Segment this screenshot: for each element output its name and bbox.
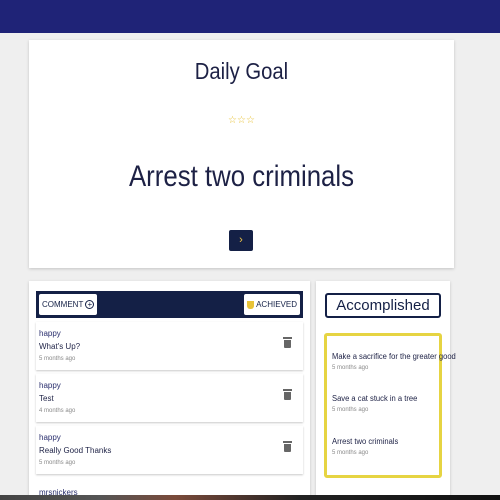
comments-toolbar: COMMENT + ACHIEVED — [36, 291, 303, 318]
comment-time: 4 months ago — [39, 408, 76, 414]
goal-text: Arrest two criminals — [128, 160, 355, 193]
comment-time: 5 months ago — [39, 356, 76, 362]
comment-label: COMMENT — [42, 300, 84, 309]
comment-item: happy Really Good Thanks 5 months ago — [36, 426, 303, 474]
next-goal-button[interactable]: › — [229, 230, 253, 251]
accomplished-item: Make a sacrifice for the greater good 5 … — [332, 352, 456, 371]
trash-icon[interactable] — [283, 441, 292, 452]
comment-item: happy Test 4 months ago — [36, 374, 303, 422]
accomplished-time: 5 months ago — [332, 450, 369, 456]
comment-time: 5 months ago — [39, 460, 76, 466]
comment-text: Really Good Thanks — [39, 446, 112, 455]
daily-goal-card: Daily Goal ☆☆☆ Arrest two criminals › — [29, 40, 454, 268]
comment-text: What's Up? — [39, 342, 81, 351]
accomplished-list: Make a sacrifice for the greater good 5 … — [324, 333, 456, 478]
achieved-button[interactable]: ACHIEVED — [244, 294, 300, 315]
accomplished-panel: Accomplished Make a sacrifice for the gr… — [316, 281, 456, 500]
accomplished-time: 5 months ago — [332, 407, 369, 413]
comment-button[interactable]: COMMENT + — [39, 294, 98, 315]
comment-mood: happy — [39, 381, 61, 390]
comment-mood: happy — [39, 433, 61, 442]
comments-panel: COMMENT + ACHIEVED happy What's Up? 5 mo… — [29, 281, 310, 500]
plus-circle-icon: + — [85, 300, 95, 309]
goal-stars: ☆☆☆ — [228, 115, 255, 126]
goal-header: Daily Goal — [194, 58, 289, 84]
accomplished-item: Save a cat stuck in a tree 5 months ago — [332, 394, 440, 413]
accomplished-header: Accomplished — [325, 293, 441, 318]
accomplished-item: Arrest two criminals 5 months ago — [332, 437, 440, 456]
accomplished-text: Save a cat stuck in a tree — [332, 394, 418, 403]
accomplished-text: Arrest two criminals — [332, 437, 399, 446]
achieved-label: ACHIEVED — [256, 300, 297, 309]
comment-mood: happy — [39, 329, 61, 338]
trophy-icon — [247, 300, 255, 309]
accomplished-time: 5 months ago — [332, 365, 369, 371]
comment-item: happy What's Up? 5 months ago — [36, 322, 303, 370]
accomplished-text: Make a sacrifice for the greater good — [332, 352, 456, 361]
trash-icon[interactable] — [283, 389, 292, 400]
comment-text: Test — [39, 394, 54, 403]
chevron-right-icon: › — [239, 234, 243, 246]
bottom-strip — [0, 495, 500, 500]
trash-icon[interactable] — [283, 337, 292, 348]
top-app-bar — [0, 0, 500, 33]
